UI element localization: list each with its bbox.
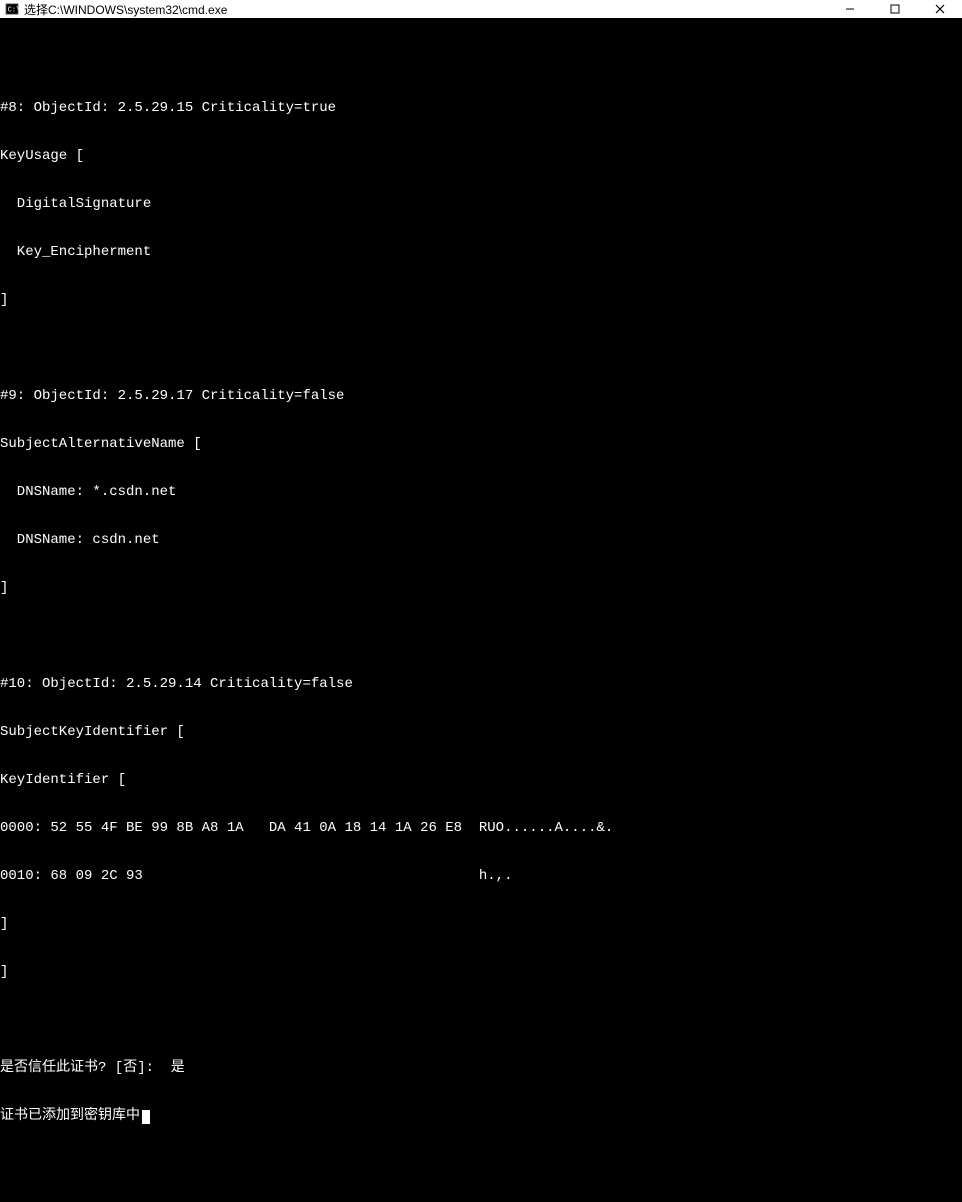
window-controls	[827, 0, 962, 18]
terminal-line: DNSName: *.csdn.net	[0, 484, 962, 500]
terminal-line: ]	[0, 916, 962, 932]
terminal-line: #10: ObjectId: 2.5.29.14 Criticality=fal…	[0, 676, 962, 692]
terminal-line	[0, 1156, 962, 1172]
terminal-line: ]	[0, 292, 962, 308]
svg-text:C:\: C:\	[8, 7, 19, 15]
terminal-line	[0, 52, 962, 68]
terminal-line: #8: ObjectId: 2.5.29.15 Criticality=true	[0, 100, 962, 116]
terminal-line: SubjectKeyIdentifier [	[0, 724, 962, 740]
terminal-line	[0, 340, 962, 356]
terminal-line: 0010: 68 09 2C 93 h.,.	[0, 868, 962, 884]
window-titlebar: C:\ 选择C:\WINDOWS\system32\cmd.exe	[0, 0, 962, 18]
window-title: 选择C:\WINDOWS\system32\cmd.exe	[24, 1, 827, 18]
cmd-icon: C:\	[4, 1, 20, 17]
terminal-line: ]	[0, 964, 962, 980]
close-button[interactable]	[917, 0, 962, 18]
terminal-line: DigitalSignature	[0, 196, 962, 212]
terminal-output[interactable]: #8: ObjectId: 2.5.29.15 Criticality=true…	[0, 18, 962, 1202]
terminal-line: 证书已添加到密钥库中	[0, 1108, 962, 1124]
terminal-line: ]	[0, 580, 962, 596]
terminal-line: Key_Encipherment	[0, 244, 962, 260]
terminal-line: #9: ObjectId: 2.5.29.17 Criticality=fals…	[0, 388, 962, 404]
terminal-line: 是否信任此证书? [否]: 是	[0, 1060, 962, 1076]
terminal-line	[0, 628, 962, 644]
terminal-text: 证书已添加到密钥库中	[0, 1108, 140, 1124]
terminal-line: KeyIdentifier [	[0, 772, 962, 788]
terminal-line: KeyUsage [	[0, 148, 962, 164]
terminal-line	[0, 1012, 962, 1028]
terminal-line: SubjectAlternativeName [	[0, 436, 962, 452]
maximize-button[interactable]	[872, 0, 917, 18]
terminal-line: 0000: 52 55 4F BE 99 8B A8 1A DA 41 0A 1…	[0, 820, 962, 836]
minimize-button[interactable]	[827, 0, 872, 18]
text-cursor	[142, 1110, 150, 1124]
terminal-line: DNSName: csdn.net	[0, 532, 962, 548]
